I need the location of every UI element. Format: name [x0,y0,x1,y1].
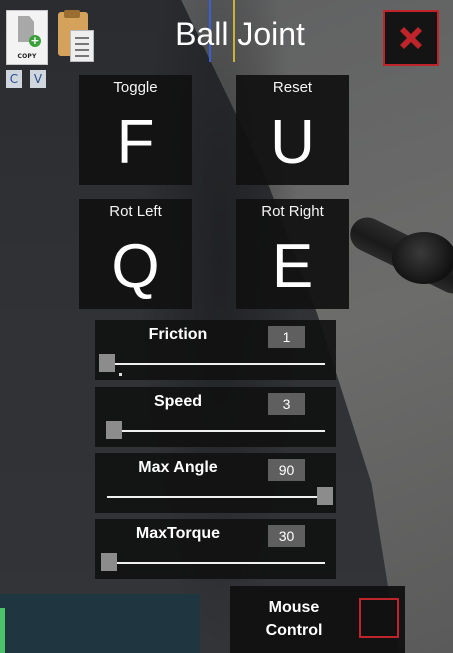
copy-icon[interactable]: + COPY [6,10,48,65]
max-angle-slider-track[interactable] [107,487,333,505]
mouse-control-panel: Mouse Control [230,586,405,653]
max-torque-value-input[interactable]: 30 [268,525,305,547]
keybind-label: Toggle [113,79,158,96]
slider-label: Friction [148,326,208,343]
plus-icon: + [29,34,41,47]
slider-label: Speed [153,393,202,410]
keybind-key: Q [111,232,160,301]
mouse-control-label-line1: Mouse [268,599,320,616]
friction-slider-panel: Friction 1 [95,320,336,380]
keybind-label: Rot Right [261,203,324,220]
rot-left-keybind-button[interactable]: Rot Left Q [79,199,192,309]
keybind-key: U [270,108,315,177]
speed-value-input[interactable]: 3 [268,393,305,415]
friction-slider-thumb[interactable] [99,354,115,372]
clipboard-clip [64,10,80,18]
slider-label: Max Angle [138,459,218,476]
slider-label: MaxTorque [135,525,221,542]
max-angle-slider-thumb[interactable] [317,487,333,505]
speed-slider-track[interactable] [105,421,325,439]
max-angle-value-input[interactable]: 90 [268,459,305,481]
paste-icon[interactable] [56,10,100,66]
ball-joint-knob [392,232,453,284]
scene-floor-corner [0,594,200,653]
keybind-key: F [116,108,155,177]
max-torque-slider-track[interactable] [101,553,325,571]
keybind-label: Rot Left [109,203,162,220]
close-button[interactable] [383,10,439,66]
window-title: Ball Joint [175,16,305,52]
scene-green-edge [0,608,5,653]
friction-slider-track[interactable] [99,354,325,372]
clipboard-sheet [70,30,94,62]
keybind-key: E [271,232,314,301]
cursor-dot [119,373,122,376]
paste-key-hint: V [30,70,46,88]
mouse-control-label-line2: Control [265,622,323,639]
friction-value-input[interactable]: 1 [268,326,305,348]
toggle-keybind-button[interactable]: Toggle F [79,75,192,185]
keybind-label: Reset [272,79,313,96]
copy-key-hint: C [6,70,22,88]
reset-keybind-button[interactable]: Reset U [236,75,349,185]
speed-slider-thumb[interactable] [105,421,122,439]
max-angle-slider-panel: Max Angle 90 [95,453,336,513]
speed-slider-panel: Speed 3 [95,387,336,447]
max-torque-slider-panel: MaxTorque 30 [95,519,336,579]
rot-right-keybind-button[interactable]: Rot Right E [236,199,349,309]
max-torque-slider-thumb[interactable] [101,553,118,571]
mouse-control-label: Mouse Control [244,596,344,642]
copy-icon-text: COPY [17,53,37,60]
close-x-icon [400,27,422,49]
mouse-control-checkbox[interactable] [359,598,399,638]
